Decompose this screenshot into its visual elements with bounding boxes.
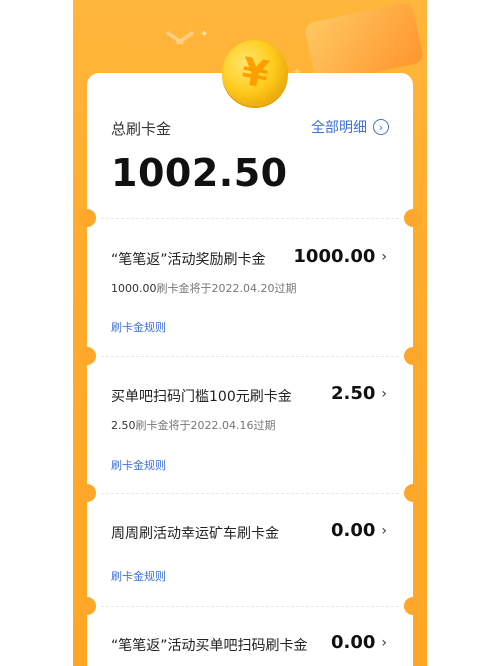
item-title: “笔笔返”活动奖励刷卡金 — [111, 252, 266, 268]
divider — [101, 493, 399, 494]
rules-link[interactable]: 刷卡金规则 — [111, 319, 166, 335]
decorative-chevron-icon — [165, 28, 193, 48]
card-notch — [78, 347, 96, 365]
card-panel: 总刷卡金 全部明细 › 1002.50 “笔笔返”活动奖励刷卡金 1000.00… — [78, 73, 422, 666]
item-amount-button[interactable]: 1000.00 › — [293, 246, 387, 267]
rules-link[interactable]: 刷卡金规则 — [111, 568, 166, 584]
expiry-text: 刷卡金将于2022.04.20过期 — [156, 282, 297, 295]
coin-symbol: ¥ — [238, 49, 272, 97]
item-expiry: 2.50刷卡金将于2022.04.16过期 — [111, 417, 275, 433]
expiry-amount: 1000.00 — [111, 282, 157, 295]
item-title: 周周刷活动幸运矿车刷卡金 — [111, 526, 279, 542]
divider — [101, 356, 399, 357]
expiry-amount: 2.50 — [111, 419, 136, 432]
item-expiry: 1000.00刷卡金将于2022.04.20过期 — [111, 280, 296, 296]
item-amount: 0.00 — [330, 632, 376, 653]
circle-chevron-right-icon: › — [373, 119, 389, 135]
total-label: 总刷卡金 — [111, 120, 172, 138]
page: ✦ ✦ ✦ ¥ 总刷卡金 全部明细 › 1002.50 “笔笔返”活动奖励刷卡金… — [0, 0, 500, 666]
chevron-right-icon: › — [381, 248, 387, 265]
item-title: “笔笔返”活动买单吧扫码刷卡金 — [111, 638, 308, 654]
item-title: 买单吧扫码门槛100元刷卡金 — [111, 389, 292, 405]
rules-link[interactable]: 刷卡金规则 — [111, 457, 166, 473]
divider — [101, 218, 399, 219]
coin-icon: ¥ — [222, 40, 288, 106]
card-notch — [404, 347, 422, 365]
sparkle-icon: ✦ — [200, 29, 209, 40]
card-notch — [78, 597, 96, 615]
item-amount: 2.50 — [330, 383, 376, 404]
chevron-right-icon: › — [381, 522, 387, 539]
item-amount: 1000.00 — [293, 246, 376, 267]
total-amount: 1002.50 — [111, 151, 288, 195]
card-notch — [404, 209, 422, 227]
item-amount-button[interactable]: 0.00 › — [331, 632, 387, 653]
item-amount-button[interactable]: 0.00 › — [331, 520, 387, 541]
card-notch — [78, 484, 96, 502]
divider — [101, 606, 399, 607]
item-amount-button[interactable]: 2.50 › — [331, 383, 387, 404]
all-details-link[interactable]: 全部明细 › — [311, 117, 389, 137]
card-notch — [404, 597, 422, 615]
chevron-right-icon: › — [381, 385, 387, 402]
all-details-label: 全部明细 — [311, 120, 367, 136]
item-amount: 0.00 — [330, 520, 376, 541]
card-notch — [404, 484, 422, 502]
expiry-text: 刷卡金将于2022.04.16过期 — [135, 419, 276, 432]
chevron-right-icon: › — [381, 634, 387, 651]
card-notch — [78, 209, 96, 227]
